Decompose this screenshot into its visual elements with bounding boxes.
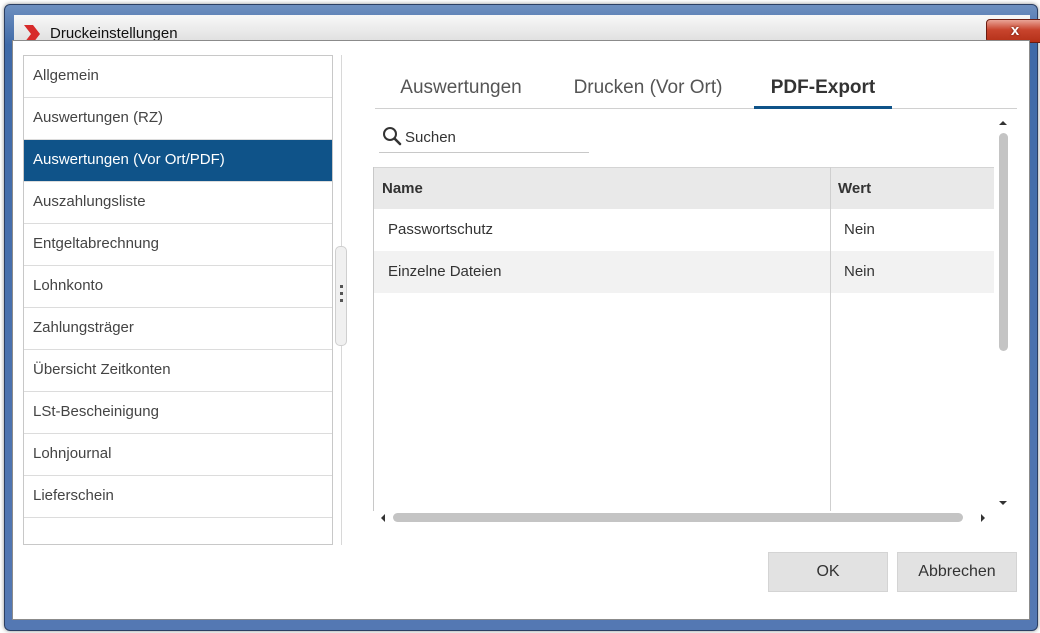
column-header-wert[interactable]: Wert [838,168,871,210]
sidebar-item-lst-bescheinigung[interactable]: LSt-Bescheinigung [24,392,332,434]
sidebar-item-uebersicht-zeitkonten[interactable]: Übersicht Zeitkonten [24,350,332,392]
column-header-name[interactable]: Name [382,168,423,210]
column-divider [830,167,831,511]
horizontal-scroll-thumb[interactable] [393,513,963,522]
table-row[interactable]: Passwortschutz Nein [374,209,994,251]
tab-drucken-vor-ort[interactable]: Drucken (Vor Ort) [565,73,731,109]
cell-value[interactable]: Nein [844,251,875,293]
cell-name: Passwortschutz [388,221,494,238]
tab-pdf-export[interactable]: PDF-Export [754,73,892,109]
sidebar-item-auswertungen-vor-ort-pdf[interactable]: Auswertungen (Vor Ort/PDF) [24,140,332,182]
vertical-scroll-thumb[interactable] [999,133,1008,351]
table-header: Name Wert [374,167,994,209]
scroll-left-arrow-icon[interactable] [381,514,385,522]
sidebar-item-entgeltabrechnung[interactable]: Entgeltabrechnung [24,224,332,266]
dialog-content: Allgemein Auswertungen (RZ) Auswertungen… [12,40,1030,620]
sidebar-item-auszahlungsliste[interactable]: Auszahlungsliste [24,182,332,224]
ok-button[interactable]: OK [768,552,888,592]
tab-auswertungen[interactable]: Auswertungen [391,73,531,109]
sidebar-item-zahlungstraeger[interactable]: Zahlungsträger [24,308,332,350]
sidebar-item-lieferschein[interactable]: Lieferschein [24,476,332,518]
sidebar-item-lohnjournal[interactable]: Lohnjournal [24,434,332,476]
search-input[interactable] [405,125,585,149]
settings-table: Name Wert Passwortschutz Nein Einzelne D… [373,167,994,511]
search-icon [383,127,402,146]
scroll-up-arrow-icon[interactable] [999,121,1007,125]
category-list: Allgemein Auswertungen (RZ) Auswertungen… [23,55,333,545]
sidebar-item-allgemein[interactable]: Allgemein [24,56,332,98]
vertical-scrollbar[interactable] [997,121,1009,511]
splitter-handle[interactable] [335,246,347,346]
cell-name: Einzelne Dateien [388,263,502,280]
cell-value[interactable]: Nein [844,209,875,251]
scroll-down-arrow-icon[interactable] [999,501,1007,505]
table-row[interactable]: Einzelne Dateien Nein [374,251,994,293]
horizontal-scrollbar[interactable] [379,511,991,525]
scroll-right-arrow-icon[interactable] [981,514,985,522]
cancel-button[interactable]: Abbrechen [897,552,1017,592]
sidebar-item-lohnkonto[interactable]: Lohnkonto [24,266,332,308]
tab-bar: Auswertungen Drucken (Vor Ort) PDF-Expor… [375,73,1017,109]
drag-dots-icon [340,285,343,306]
search-box [379,123,589,153]
sidebar-item-auswertungen-rz[interactable]: Auswertungen (RZ) [24,98,332,140]
